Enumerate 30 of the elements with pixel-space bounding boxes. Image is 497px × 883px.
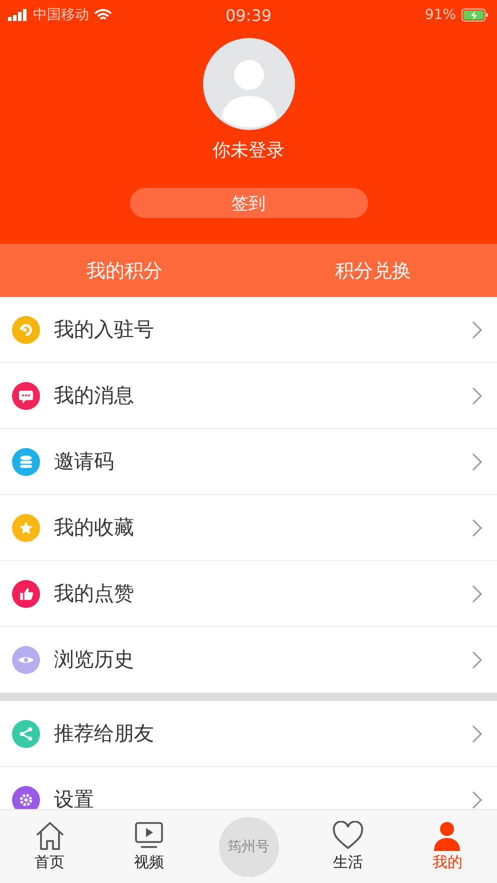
chevron-icon <box>471 452 483 472</box>
chevron-icon <box>471 584 483 604</box>
menu-label: 我的点赞 <box>54 580 135 607</box>
carrier-name: 中国移动 <box>33 6 89 24</box>
wifi-icon <box>94 8 112 22</box>
chevron-icon <box>471 518 483 538</box>
menu-label: 设置 <box>54 786 95 809</box>
home-icon <box>34 821 66 851</box>
menu-label: 推荐给朋友 <box>54 720 155 747</box>
tab-item[interactable]: 视频 <box>99 821 199 872</box>
chevron-icon <box>471 790 483 809</box>
login-status[interactable]: 你未登录 <box>212 138 284 162</box>
chevron-icon <box>471 650 483 670</box>
tab-item[interactable]: 首页 <box>0 821 100 872</box>
signal-icon <box>8 9 28 21</box>
tab-item[interactable]: 生活 <box>298 821 398 872</box>
menu-label: 邀请码 <box>54 448 115 475</box>
chevron-icon <box>471 320 483 340</box>
heart-icon <box>332 821 364 851</box>
clock-time: 09:39 <box>225 6 272 24</box>
menu-label: 浏览历史 <box>54 646 135 673</box>
battery-percent: 91% <box>424 7 456 23</box>
menu-label: 我的消息 <box>54 382 135 409</box>
battery-icon <box>460 8 489 22</box>
video-icon <box>133 821 166 851</box>
menu-label: 我的收藏 <box>54 514 135 541</box>
menu-label: 我的入驻号 <box>54 316 155 343</box>
chevron-icon <box>471 724 483 744</box>
chevron-icon <box>471 386 483 406</box>
avatar-icon[interactable] <box>202 38 294 130</box>
